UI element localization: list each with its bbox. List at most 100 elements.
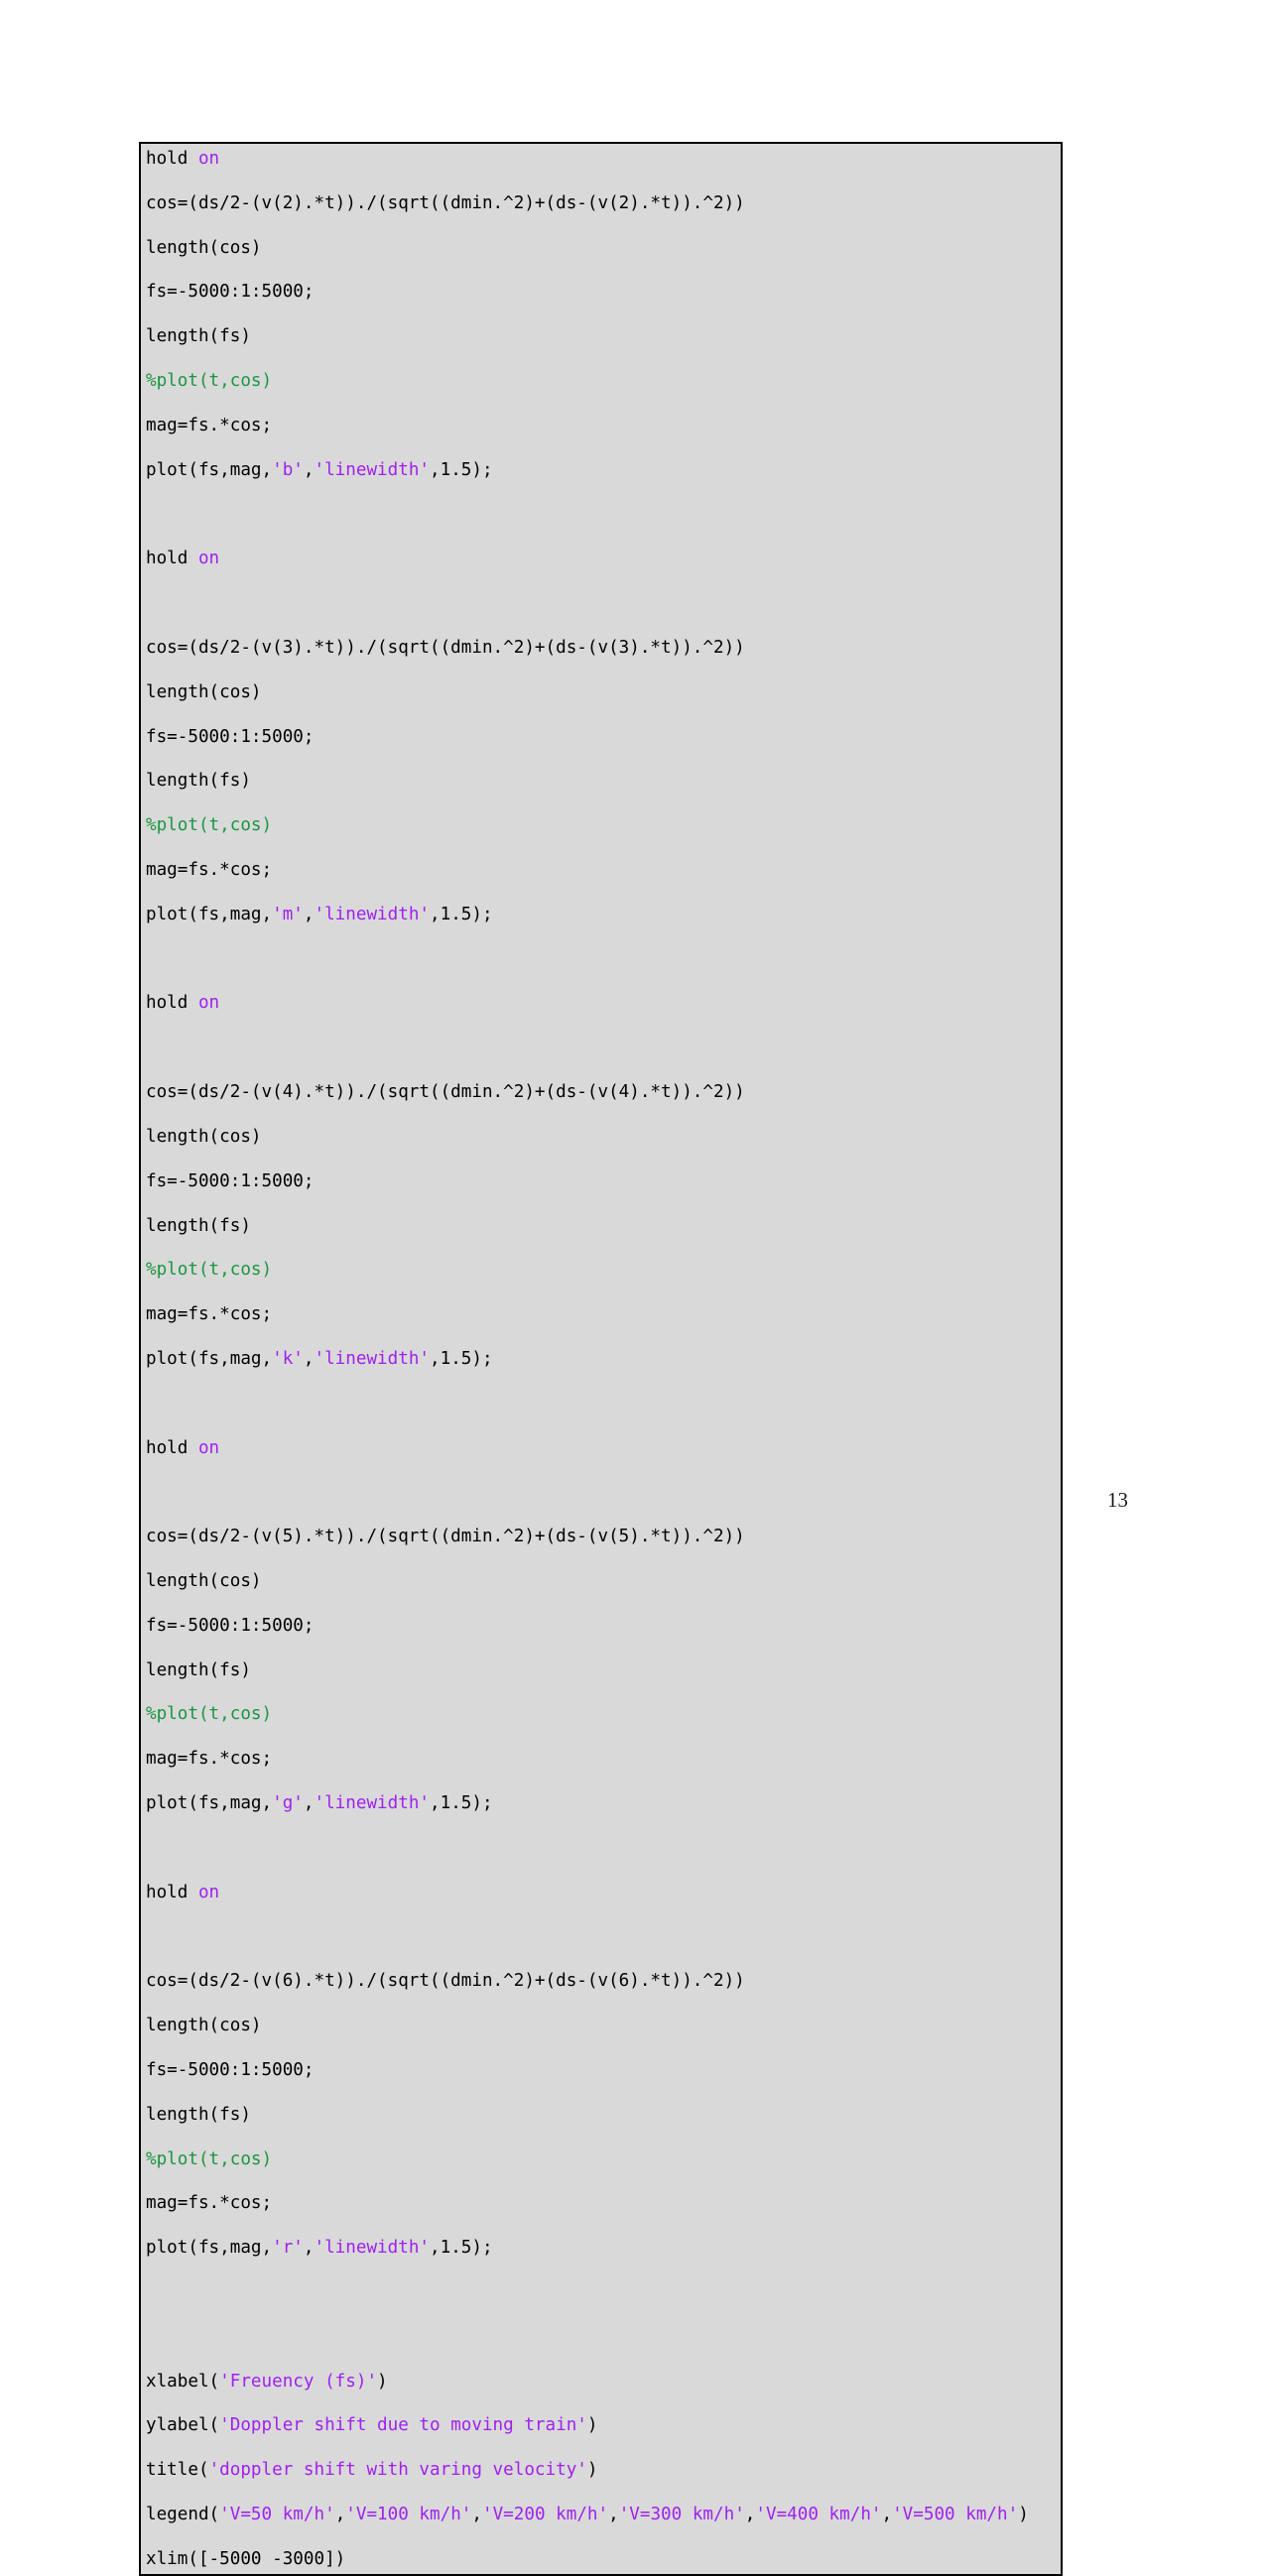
code-token-plain: mag=fs.*cos; bbox=[146, 860, 273, 880]
code-listing-block: hold on cos=(ds/2-(v(2).*t))./(sqrt((dmi… bbox=[139, 142, 1063, 2576]
code-token-string: 'V=100 km/h' bbox=[345, 2505, 472, 2525]
code-token-plain: cos=(ds/2-(v(5).*t))./(sqrt((dmin.^2)+(d… bbox=[146, 1527, 745, 1547]
code-line: length(cos) bbox=[146, 2015, 1061, 2036]
code-token-plain: length(cos) bbox=[146, 681, 262, 702]
code-line: hold on bbox=[146, 992, 1061, 1014]
code-token-plain: hold bbox=[146, 993, 198, 1014]
code-token-string: 'Freuency (fs)' bbox=[219, 2371, 378, 2392]
code-line: xlabel('Freuency (fs)') bbox=[146, 2371, 1061, 2392]
code-token-plain: cos=(ds/2-(v(2).*t))./(sqrt((dmin.^2)+(d… bbox=[146, 192, 745, 213]
code-token-plain: length(cos) bbox=[146, 237, 262, 258]
code-line: length(fs) bbox=[146, 1659, 1061, 1681]
code-token-string: 'doppler shift with varing velocity' bbox=[208, 2460, 587, 2481]
code-token-plain: , bbox=[608, 2505, 619, 2525]
code-line: mag=fs.*cos; bbox=[146, 415, 1061, 436]
code-line: cos=(ds/2-(v(3).*t))./(sqrt((dmin.^2)+(d… bbox=[146, 637, 1061, 659]
code-line: %plot(t,cos) bbox=[146, 370, 1061, 392]
code-token-keyword: on bbox=[197, 1882, 220, 1902]
code-token-plain: fs=-5000:1:5000; bbox=[146, 1170, 315, 1191]
code-token-comment: %plot(t,cos) bbox=[146, 1260, 273, 1281]
code-line: hold on bbox=[146, 1437, 1061, 1459]
code-line: plot(fs,mag,'r','linewidth',1.5); bbox=[146, 2237, 1061, 2259]
code-line: fs=-5000:1:5000; bbox=[146, 1170, 1061, 1192]
code-line: mag=fs.*cos; bbox=[146, 2192, 1061, 2214]
code-token-keyword: on bbox=[197, 1437, 220, 1458]
code-line: mag=fs.*cos; bbox=[146, 1303, 1061, 1325]
code-token-plain: xlabel( bbox=[146, 2371, 220, 2392]
code-token-string: 'r' bbox=[272, 2238, 304, 2259]
code-token-plain: , bbox=[881, 2505, 893, 2525]
code-token-plain: ,1.5); bbox=[430, 459, 493, 480]
code-token-plain: ,1.5); bbox=[430, 904, 493, 924]
code-line: fs=-5000:1:5000; bbox=[146, 726, 1061, 748]
code-line: %plot(t,cos) bbox=[146, 1259, 1061, 1281]
code-line: hold on bbox=[146, 548, 1061, 569]
code-token-plain: , bbox=[303, 904, 315, 924]
code-line: plot(fs,mag,'k','linewidth',1.5); bbox=[146, 1348, 1061, 1370]
code-line: cos=(ds/2-(v(4).*t))./(sqrt((dmin.^2)+(d… bbox=[146, 1081, 1061, 1103]
code-line: length(cos) bbox=[146, 1570, 1061, 1592]
code-token-plain: , bbox=[303, 459, 315, 480]
code-line: length(fs) bbox=[146, 325, 1061, 347]
code-token-plain: , bbox=[303, 1793, 315, 1814]
code-line: fs=-5000:1:5000; bbox=[146, 1615, 1061, 1637]
code-token-plain: fs=-5000:1:5000; bbox=[146, 282, 315, 303]
code-token-plain: length(fs) bbox=[146, 1659, 251, 1680]
code-line: xlim([-5000 -3000]) bbox=[146, 2548, 1061, 2570]
code-token-string: 'k' bbox=[272, 1348, 304, 1369]
code-token-string: 'linewidth' bbox=[314, 1348, 431, 1369]
page-number: 13 bbox=[1107, 1488, 1128, 1512]
code-line: length(cos) bbox=[146, 1126, 1061, 1148]
code-token-string: 'linewidth' bbox=[314, 2238, 431, 2259]
code-line: fs=-5000:1:5000; bbox=[146, 2059, 1061, 2081]
code-token-plain: mag=fs.*cos; bbox=[146, 1749, 273, 1770]
code-token-plain: ylabel( bbox=[146, 2415, 220, 2436]
code-token-plain: ,1.5); bbox=[430, 1793, 493, 1814]
document-page: hold on cos=(ds/2-(v(2).*t))./(sqrt((dmi… bbox=[0, 0, 1265, 2576]
code-token-string: 'linewidth' bbox=[314, 1793, 431, 1814]
code-token-plain: ) bbox=[586, 2415, 598, 2436]
code-line: length(fs) bbox=[146, 2104, 1061, 2126]
code-token-comment: %plot(t,cos) bbox=[146, 815, 273, 836]
code-token-string: 'V=200 km/h' bbox=[481, 2505, 609, 2525]
code-token-plain: ) bbox=[586, 2460, 598, 2481]
code-token-plain: length(fs) bbox=[146, 1215, 251, 1236]
code-token-plain: hold bbox=[146, 1882, 198, 1902]
code-token-plain: length(cos) bbox=[146, 2016, 262, 2036]
code-token-plain: ,1.5); bbox=[430, 2238, 493, 2259]
code-token-plain: length(fs) bbox=[146, 326, 251, 347]
code-line: %plot(t,cos) bbox=[146, 1703, 1061, 1725]
code-token-plain: cos=(ds/2-(v(3).*t))./(sqrt((dmin.^2)+(d… bbox=[146, 637, 745, 658]
code-token-keyword: on bbox=[197, 993, 220, 1014]
code-line: plot(fs,mag,'b','linewidth',1.5); bbox=[146, 459, 1061, 481]
code-line: cos=(ds/2-(v(6).*t))./(sqrt((dmin.^2)+(d… bbox=[146, 1970, 1061, 1992]
code-token-plain: ) bbox=[377, 2371, 388, 2392]
code-token-plain: , bbox=[303, 2238, 315, 2259]
code-line: length(fs) bbox=[146, 1215, 1061, 1237]
code-line: %plot(t,cos) bbox=[146, 2148, 1061, 2170]
code-token-plain: , bbox=[303, 1348, 315, 1369]
code-token-plain: cos=(ds/2-(v(4).*t))./(sqrt((dmin.^2)+(d… bbox=[146, 1082, 745, 1103]
code-token-string: 'V=300 km/h' bbox=[618, 2505, 745, 2525]
code-token-plain: title( bbox=[146, 2460, 209, 2481]
code-line: plot(fs,mag,'m','linewidth',1.5); bbox=[146, 904, 1061, 925]
code-line: length(cos) bbox=[146, 237, 1061, 259]
code-line: cos=(ds/2-(v(5).*t))./(sqrt((dmin.^2)+(d… bbox=[146, 1526, 1061, 1547]
code-token-string: 'b' bbox=[272, 459, 304, 480]
code-token-plain: fs=-5000:1:5000; bbox=[146, 726, 315, 747]
code-token-plain: length(cos) bbox=[146, 1571, 262, 1591]
code-line: length(cos) bbox=[146, 681, 1061, 703]
code-token-plain: plot(fs,mag, bbox=[146, 2238, 273, 2259]
code-token-plain: xlim([-5000 -3000]) bbox=[146, 2548, 346, 2569]
code-token-comment: %plot(t,cos) bbox=[146, 1704, 273, 1725]
code-token-plain: hold bbox=[146, 1437, 198, 1458]
code-token-string: 'V=500 km/h' bbox=[892, 2505, 1019, 2525]
code-token-string: 'V=50 km/h' bbox=[219, 2505, 335, 2525]
code-token-plain: mag=fs.*cos; bbox=[146, 415, 273, 435]
